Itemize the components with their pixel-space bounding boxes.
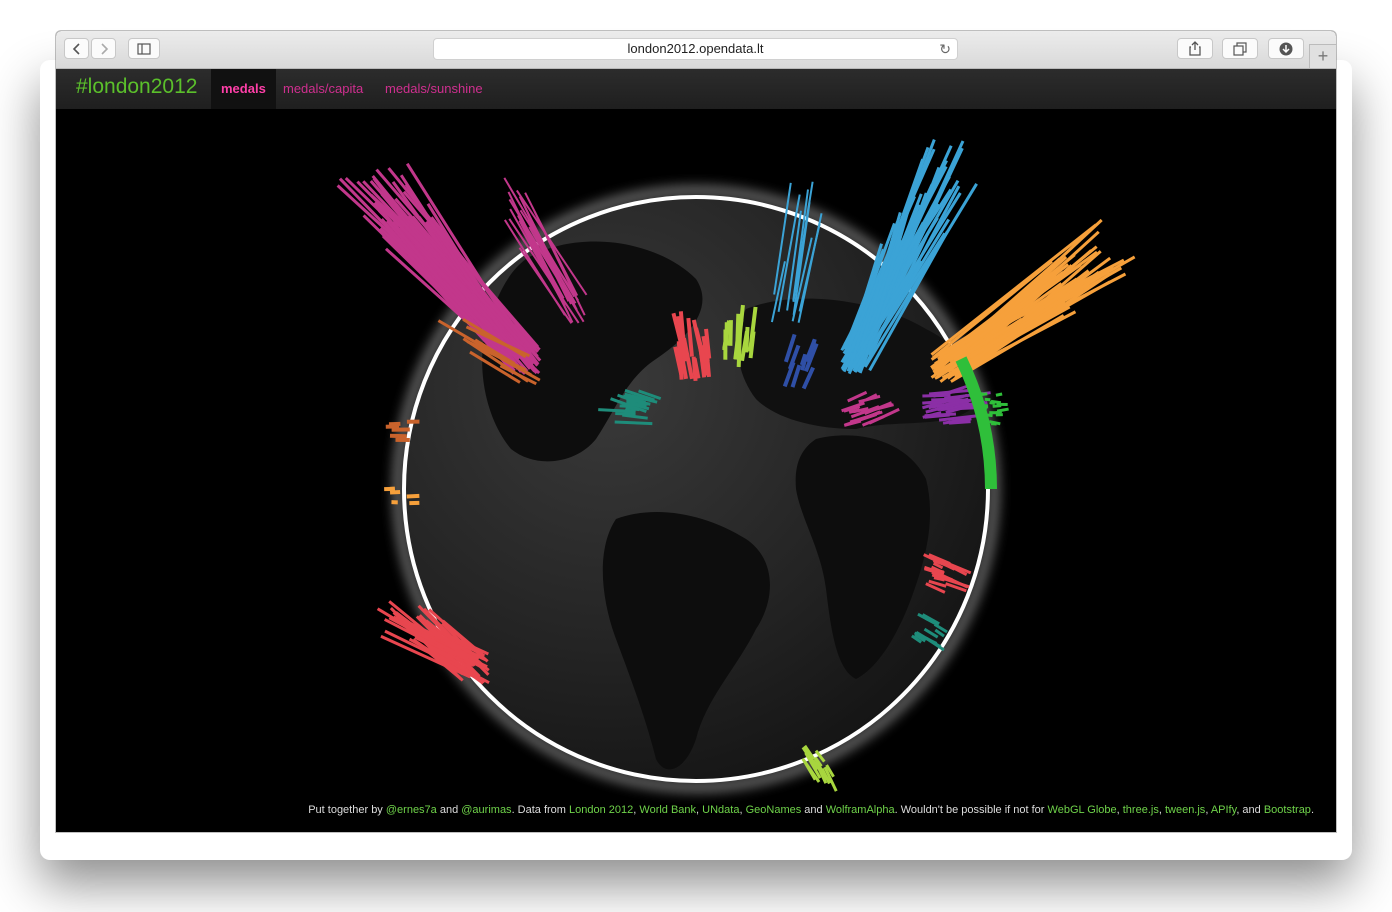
back-button[interactable] xyxy=(64,38,89,59)
medal-spike xyxy=(954,250,1102,380)
medal-spike xyxy=(389,490,401,495)
medal-spike xyxy=(691,356,698,382)
tab-medals-capita[interactable]: medals/capita xyxy=(273,69,373,109)
medal-spike xyxy=(990,399,1002,405)
address-bar[interactable]: london2012.opendata.lt ↻ xyxy=(433,38,958,60)
plus-icon: + xyxy=(1317,46,1329,66)
credits-footer: Put together by @ernes7a and @aurimas. D… xyxy=(56,804,1314,816)
link-world-bank[interactable]: World Bank xyxy=(639,804,696,816)
chevron-left-icon xyxy=(72,43,80,55)
link-geonames[interactable]: GeoNames xyxy=(746,804,802,816)
new-tab-button[interactable]: + xyxy=(1309,44,1336,68)
globe-stage[interactable] xyxy=(56,109,1336,832)
medal-spike xyxy=(992,404,1002,408)
chevron-right-icon xyxy=(100,43,108,55)
tab-medals[interactable]: medals xyxy=(211,69,276,109)
tabs-icon xyxy=(1233,42,1247,56)
link-webgl-globe[interactable]: WebGL Globe xyxy=(1048,804,1117,816)
medal-spike xyxy=(406,493,420,499)
medal-spike xyxy=(626,398,641,403)
link-london2012[interactable]: London 2012 xyxy=(569,804,633,816)
medal-spike xyxy=(931,397,948,402)
credits-text: . Wouldn't be possible if not for xyxy=(894,804,1048,816)
browser-toolbar: london2012.opendata.lt ↻ + xyxy=(56,31,1336,69)
medal-spike xyxy=(728,320,733,346)
share-icon xyxy=(1189,41,1201,56)
browser-window: london2012.opendata.lt ↻ + #london2012 m… xyxy=(56,31,1336,832)
tabs-button[interactable] xyxy=(1222,38,1258,59)
site-navbar: #london2012 medals medals/capita medals/… xyxy=(56,69,1336,109)
credits-text: and xyxy=(436,804,462,816)
downloads-button[interactable] xyxy=(1268,38,1304,59)
url-text: london2012.opendata.lt xyxy=(627,41,764,56)
link-wolframalpha[interactable]: WolframAlpha xyxy=(826,804,895,816)
medal-spike xyxy=(624,408,636,414)
link-bootstrap[interactable]: Bootstrap xyxy=(1264,804,1311,816)
credits-text: and xyxy=(801,804,826,816)
link-undata[interactable]: UNdata xyxy=(702,804,739,816)
credits-text: Put together by xyxy=(308,804,386,816)
link-threejs[interactable]: three.js xyxy=(1123,804,1159,816)
site-brand[interactable]: #london2012 xyxy=(76,75,197,99)
credits-text: . Data from xyxy=(511,804,570,816)
link-aurimas[interactable]: @aurimas xyxy=(461,804,511,816)
globe-canvas[interactable] xyxy=(56,109,1336,832)
medal-spike xyxy=(995,392,1003,397)
credits-text: . xyxy=(1310,804,1314,816)
link-tweenjs[interactable]: tween.js xyxy=(1165,804,1205,816)
download-icon xyxy=(1279,42,1293,56)
medal-spike xyxy=(614,420,653,426)
sidebar-button[interactable] xyxy=(128,38,160,59)
link-ernes7a[interactable]: @ernes7a xyxy=(386,804,437,816)
medal-spike xyxy=(996,407,1009,413)
tab-medals-sunshine[interactable]: medals/sunshine xyxy=(375,69,493,109)
credits-text: , and xyxy=(1236,804,1264,816)
reload-icon[interactable]: ↻ xyxy=(939,39,951,59)
forward-button[interactable] xyxy=(91,38,116,59)
share-button[interactable] xyxy=(1177,38,1213,59)
medal-spike xyxy=(336,184,515,348)
sidebar-icon xyxy=(137,43,151,55)
link-apify[interactable]: APIfy xyxy=(1211,804,1236,816)
